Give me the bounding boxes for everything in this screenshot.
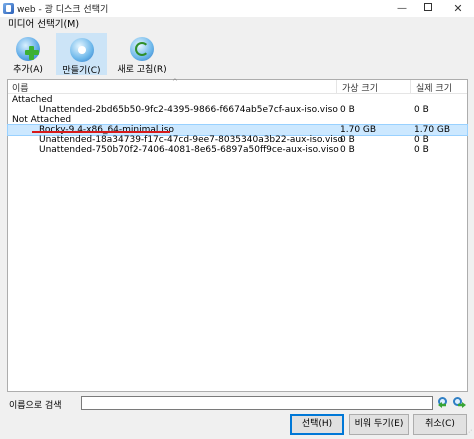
search-input[interactable]	[81, 396, 433, 410]
cancel-button[interactable]: 취소(C)	[413, 414, 467, 435]
dialog-heading: 미디어 선택기(M)	[8, 19, 80, 30]
media-name: Unattended-18a34739-f17c-47cd-9ee7-80353…	[39, 135, 344, 145]
resize-grip-icon[interactable]: ⋰	[466, 430, 472, 437]
column-divider[interactable]	[410, 80, 411, 94]
actual-size: 0 B	[414, 105, 429, 115]
group-row-not-attached[interactable]: Not Attached	[8, 115, 467, 125]
media-name: Unattended-750b70f2-7406-4081-8e65-6897a…	[39, 145, 339, 155]
search-previous-icon[interactable]	[438, 397, 451, 410]
group-row-attached[interactable]: Attached	[8, 95, 467, 105]
table-row-selected[interactable]: Rocky-9.4-x86_64-minimal.iso 1.70 GB 1.7…	[7, 124, 468, 136]
leave-empty-button[interactable]: 비워 두기(E)	[349, 414, 409, 435]
table-row[interactable]: Unattended-2bd65b50-9fc2-4395-9866-f6674…	[8, 105, 467, 115]
column-header-actual-size[interactable]: 실제 크기	[416, 81, 452, 94]
virtualbox-app-icon	[3, 3, 14, 14]
actual-size: 1.70 GB	[414, 125, 451, 135]
column-header-virtual-size[interactable]: 가상 크기	[342, 81, 378, 94]
window-titlebar: web - 광 디스크 선택기 — ✕	[0, 0, 474, 17]
virtual-size: 0 B	[340, 105, 355, 115]
window-title: web - 광 디스크 선택기	[17, 5, 109, 15]
column-divider[interactable]	[336, 80, 337, 94]
close-button[interactable]: ✕	[444, 0, 472, 17]
virtual-size: 1.70 GB	[340, 125, 377, 135]
virtual-size: 0 B	[340, 145, 355, 155]
annotation-underline	[32, 131, 170, 133]
table-row[interactable]: Unattended-18a34739-f17c-47cd-9ee7-80353…	[8, 135, 467, 145]
maximize-icon	[424, 3, 432, 11]
add-button[interactable]: 추가(A)	[10, 33, 46, 75]
sort-arrow-icon: ^	[172, 78, 178, 86]
refresh-button[interactable]: 새로 고침(R)	[113, 33, 171, 75]
minimize-button[interactable]: —	[388, 0, 416, 17]
create-button-label: 만들기(C)	[62, 66, 101, 76]
column-header-name[interactable]: 이름	[12, 81, 29, 94]
table-row[interactable]: Unattended-750b70f2-7406-4081-8e65-6897a…	[8, 145, 467, 155]
maximize-button[interactable]	[414, 0, 442, 17]
add-button-label: 추가(A)	[13, 65, 43, 75]
add-disk-icon	[16, 37, 40, 61]
search-next-icon[interactable]	[453, 397, 466, 410]
create-disk-icon	[70, 38, 94, 62]
choose-button[interactable]: 선택(H)	[290, 414, 344, 435]
media-list[interactable]: 이름 ^ 가상 크기 실제 크기 Attached Unattended-2bd…	[7, 78, 468, 392]
create-button[interactable]: 만들기(C)	[56, 33, 107, 76]
virtual-size: 0 B	[340, 135, 355, 145]
list-header: 이름 ^ 가상 크기 실제 크기	[8, 78, 467, 94]
actual-size: 0 B	[414, 135, 429, 145]
media-name: Unattended-2bd65b50-9fc2-4395-9866-f6674…	[39, 105, 338, 115]
search-label: 이름으로 검색	[9, 401, 62, 411]
refresh-button-label: 새로 고침(R)	[117, 65, 167, 75]
refresh-icon	[130, 37, 154, 61]
actual-size: 0 B	[414, 145, 429, 155]
group-label: Not Attached	[12, 115, 72, 125]
media-name: Rocky-9.4-x86_64-minimal.iso	[39, 125, 174, 135]
group-label: Attached	[12, 95, 53, 105]
